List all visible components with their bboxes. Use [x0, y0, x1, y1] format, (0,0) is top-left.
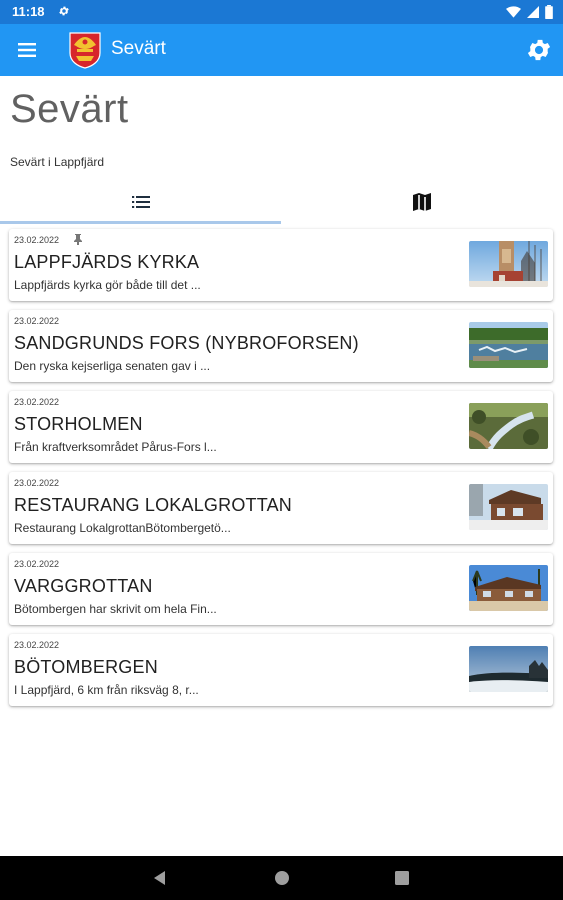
page-title: Sevärt	[10, 87, 129, 131]
item-thumbnail	[469, 565, 548, 611]
item-thumbnail	[469, 322, 548, 368]
coat-of-arms-logo	[69, 32, 101, 69]
list-item[interactable]: 23.02.2022 STORHOLMEN Från kraftverksomr…	[9, 391, 553, 463]
tab-list-view[interactable]	[0, 180, 281, 224]
item-date: 23.02.2022	[14, 640, 60, 650]
pin-icon	[74, 234, 82, 245]
battery-icon	[545, 5, 553, 19]
view-tabs	[0, 180, 563, 224]
status-bar: 11:18	[0, 0, 563, 24]
list-item[interactable]: 23.02.2022 RESTAURANG LOKALGROTTAN Resta…	[9, 472, 553, 544]
list-item[interactable]: 23.02.2022 LAPPFJÄRDS KYRKA Lappfjärds k…	[9, 229, 553, 301]
list-item[interactable]: 23.02.2022 SANDGRUNDS FORS (NYBROFORSEN)…	[9, 310, 553, 382]
signal-icon	[527, 6, 539, 18]
item-title: STORHOLMEN	[14, 414, 143, 434]
menu-icon[interactable]	[14, 36, 42, 64]
app-title: Sevärt	[111, 38, 166, 59]
item-title: LAPPFJÄRDS KYRKA	[14, 252, 200, 272]
home-icon[interactable]	[274, 870, 290, 886]
status-time: 11:18	[12, 4, 45, 19]
item-date: 23.02.2022	[14, 316, 60, 326]
item-excerpt: Restaurang LokalgrottanBötombergetö...	[14, 521, 231, 535]
item-thumbnail	[469, 484, 548, 530]
settings-icon[interactable]	[525, 36, 553, 64]
item-thumbnail	[469, 403, 548, 449]
item-title: SANDGRUNDS FORS (NYBROFORSEN)	[14, 333, 359, 353]
item-excerpt: Från kraftverksområdet Pårus-Fors l...	[14, 440, 217, 454]
tab-map-view[interactable]	[281, 180, 563, 224]
item-thumbnail	[469, 646, 548, 692]
item-excerpt: Den ryska kejserliga senaten gav i ...	[14, 359, 211, 373]
item-date: 23.02.2022	[14, 235, 60, 245]
wifi-icon	[506, 6, 521, 18]
item-date: 23.02.2022	[14, 559, 60, 569]
item-title: RESTAURANG LOKALGROTTAN	[14, 495, 292, 515]
item-excerpt: Bötombergen har skrivit om hela Fin...	[14, 602, 217, 616]
settings-status-icon	[59, 6, 69, 16]
map-icon	[413, 193, 431, 211]
back-icon[interactable]	[152, 870, 168, 886]
tab-indicator	[0, 221, 281, 224]
list-icon	[132, 196, 150, 208]
item-thumbnail	[469, 241, 548, 287]
list-item[interactable]: 23.02.2022 VARGGROTTAN Bötombergen har s…	[9, 553, 553, 625]
item-title: BÖTOMBERGEN	[14, 657, 158, 677]
page-subtitle: Sevärt i Lappfjärd	[10, 155, 105, 169]
app-bar: Sevärt	[0, 24, 563, 76]
list-item[interactable]: 23.02.2022 BÖTOMBERGEN I Lappfjärd, 6 km…	[9, 634, 553, 706]
status-indicators	[506, 5, 553, 19]
item-excerpt: I Lappfjärd, 6 km från riksväg 8, r...	[14, 683, 199, 697]
recents-icon[interactable]	[394, 870, 410, 886]
item-date: 23.02.2022	[14, 397, 60, 407]
item-title: VARGGROTTAN	[14, 576, 153, 596]
item-excerpt: Lappfjärds kyrka gör både till det ...	[14, 278, 201, 292]
item-date: 23.02.2022	[14, 478, 60, 488]
system-nav-bar	[0, 856, 563, 900]
